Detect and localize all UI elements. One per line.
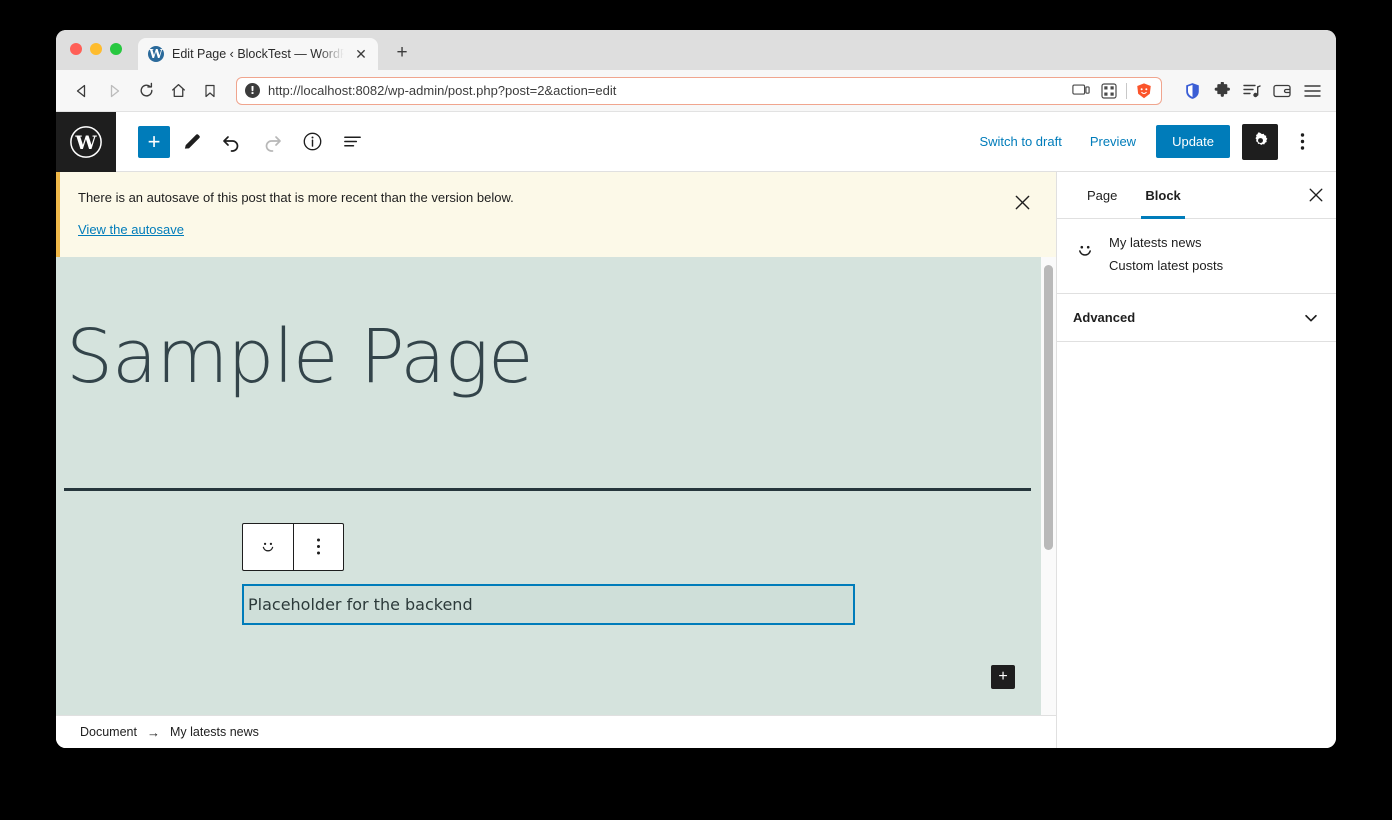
- smiley-face-icon: [1073, 235, 1097, 259]
- browser-nav-bar: ! http://localhost:8082/wp-admin/post.ph…: [56, 70, 1336, 112]
- menu-hamburger-icon[interactable]: [1298, 77, 1326, 105]
- wordpress-logo[interactable]: W: [56, 111, 116, 172]
- editor-body: There is an autosave of this post that i…: [56, 172, 1336, 748]
- reload-icon[interactable]: [132, 77, 160, 105]
- list-view-icon[interactable]: [334, 124, 370, 160]
- tab-page[interactable]: Page: [1073, 172, 1131, 218]
- qr-code-icon[interactable]: [1098, 81, 1120, 101]
- editor-header: W + Switch to draft Preview Update: [56, 111, 1336, 172]
- home-icon[interactable]: [164, 77, 192, 105]
- settings-gear-icon[interactable]: [1242, 123, 1278, 160]
- close-icon[interactable]: ✕: [352, 45, 370, 63]
- update-button[interactable]: Update: [1156, 125, 1230, 158]
- brave-wallet-shield-icon[interactable]: [1178, 77, 1206, 105]
- svg-text:W: W: [74, 132, 97, 154]
- forward-icon[interactable]: [100, 77, 128, 105]
- settings-sidebar: Page Block My latests news Custom latest: [1056, 172, 1336, 748]
- minimize-window-button[interactable]: [90, 43, 102, 55]
- block-appender-button[interactable]: +: [991, 665, 1015, 689]
- block-info-text: My latests news Custom latest posts: [1109, 235, 1223, 273]
- breadcrumb-current[interactable]: My latests news: [170, 725, 259, 739]
- editor-canvas[interactable]: Sample Page Placeholder for the backend …: [56, 256, 1041, 715]
- cast-icon[interactable]: [1070, 81, 1092, 101]
- autosave-notice: There is an autosave of this post that i…: [56, 172, 1056, 257]
- close-icon[interactable]: [1008, 188, 1036, 216]
- breadcrumb-root[interactable]: Document: [80, 725, 137, 739]
- url-bar-actions: [1070, 81, 1155, 101]
- block-title: My latests news: [1109, 235, 1202, 250]
- maximize-window-button[interactable]: [110, 43, 122, 55]
- sidebar-tabs: Page Block: [1057, 172, 1336, 219]
- block-toolbar: [242, 522, 344, 571]
- post-title[interactable]: Sample Page: [56, 316, 1041, 398]
- close-window-button[interactable]: [70, 43, 82, 55]
- redo-icon[interactable]: [254, 124, 290, 160]
- more-options-icon[interactable]: [1284, 124, 1320, 160]
- divider: [1126, 82, 1127, 99]
- block-description: Custom latest posts: [1109, 258, 1224, 273]
- window-traffic-lights: [70, 30, 122, 70]
- smiley-face-icon[interactable]: [243, 524, 293, 570]
- wordpress-icon: W: [148, 46, 164, 62]
- new-tab-button[interactable]: +: [388, 39, 416, 67]
- bookmark-icon[interactable]: [196, 77, 224, 105]
- editor-main-area: There is an autosave of this post that i…: [56, 172, 1056, 748]
- browser-tab-strip: W Edit Page ‹ BlockTest — WordPr ✕ +: [56, 30, 1336, 70]
- browser-window: W Edit Page ‹ BlockTest — WordPr ✕ + ! h: [56, 30, 1336, 748]
- scrollbar-thumb[interactable]: [1044, 264, 1053, 550]
- brave-shields-icon[interactable]: [1133, 81, 1155, 101]
- breadcrumb-arrow-icon: →: [146, 724, 160, 740]
- browser-tab[interactable]: W Edit Page ‹ BlockTest — WordPr ✕: [138, 38, 378, 70]
- panel-advanced-label: Advanced: [1073, 310, 1136, 325]
- extensions-puzzle-icon[interactable]: [1208, 77, 1236, 105]
- breadcrumb: Document → My latests news: [56, 715, 1056, 748]
- undo-icon[interactable]: [214, 124, 250, 160]
- block-area: Placeholder for the backend: [56, 522, 1041, 625]
- playlist-icon[interactable]: [1238, 77, 1266, 105]
- browser-extension-icons: [1174, 77, 1326, 105]
- url-text: http://localhost:8082/wp-admin/post.php?…: [268, 83, 617, 98]
- title-separator: [64, 487, 1031, 491]
- info-icon[interactable]: [294, 124, 330, 160]
- notice-body: There is an autosave of this post that i…: [78, 188, 1008, 239]
- browser-tab-title: Edit Page ‹ BlockTest — WordPr: [172, 47, 344, 61]
- add-block-button[interactable]: +: [138, 125, 170, 158]
- panel-advanced[interactable]: Advanced: [1057, 294, 1336, 342]
- back-icon[interactable]: [68, 77, 96, 105]
- editor-toolbar: +: [116, 124, 370, 160]
- more-options-icon[interactable]: [293, 523, 343, 570]
- view-autosave-link[interactable]: View the autosave: [78, 222, 184, 237]
- close-icon[interactable]: [1296, 172, 1336, 218]
- sidebar-empty-space: [1057, 342, 1336, 748]
- not-secure-icon[interactable]: !: [245, 83, 260, 98]
- preview-button[interactable]: Preview: [1078, 128, 1148, 155]
- selected-block[interactable]: Placeholder for the backend: [242, 583, 855, 625]
- canvas-scrollbar[interactable]: [1041, 256, 1056, 715]
- tab-block[interactable]: Block: [1131, 172, 1194, 219]
- switch-to-draft-button[interactable]: Switch to draft: [967, 128, 1073, 155]
- editor-header-actions: Switch to draft Preview Update: [967, 123, 1336, 160]
- editor-canvas-wrapper: Sample Page Placeholder for the backend …: [56, 256, 1056, 715]
- url-bar[interactable]: ! http://localhost:8082/wp-admin/post.ph…: [236, 76, 1162, 105]
- block-info-card: My latests news Custom latest posts: [1057, 219, 1336, 294]
- notice-message: There is an autosave of this post that i…: [78, 190, 514, 205]
- chevron-down-icon: [1302, 309, 1320, 327]
- edit-pencil-icon[interactable]: [174, 124, 210, 160]
- wallet-icon[interactable]: [1268, 77, 1296, 105]
